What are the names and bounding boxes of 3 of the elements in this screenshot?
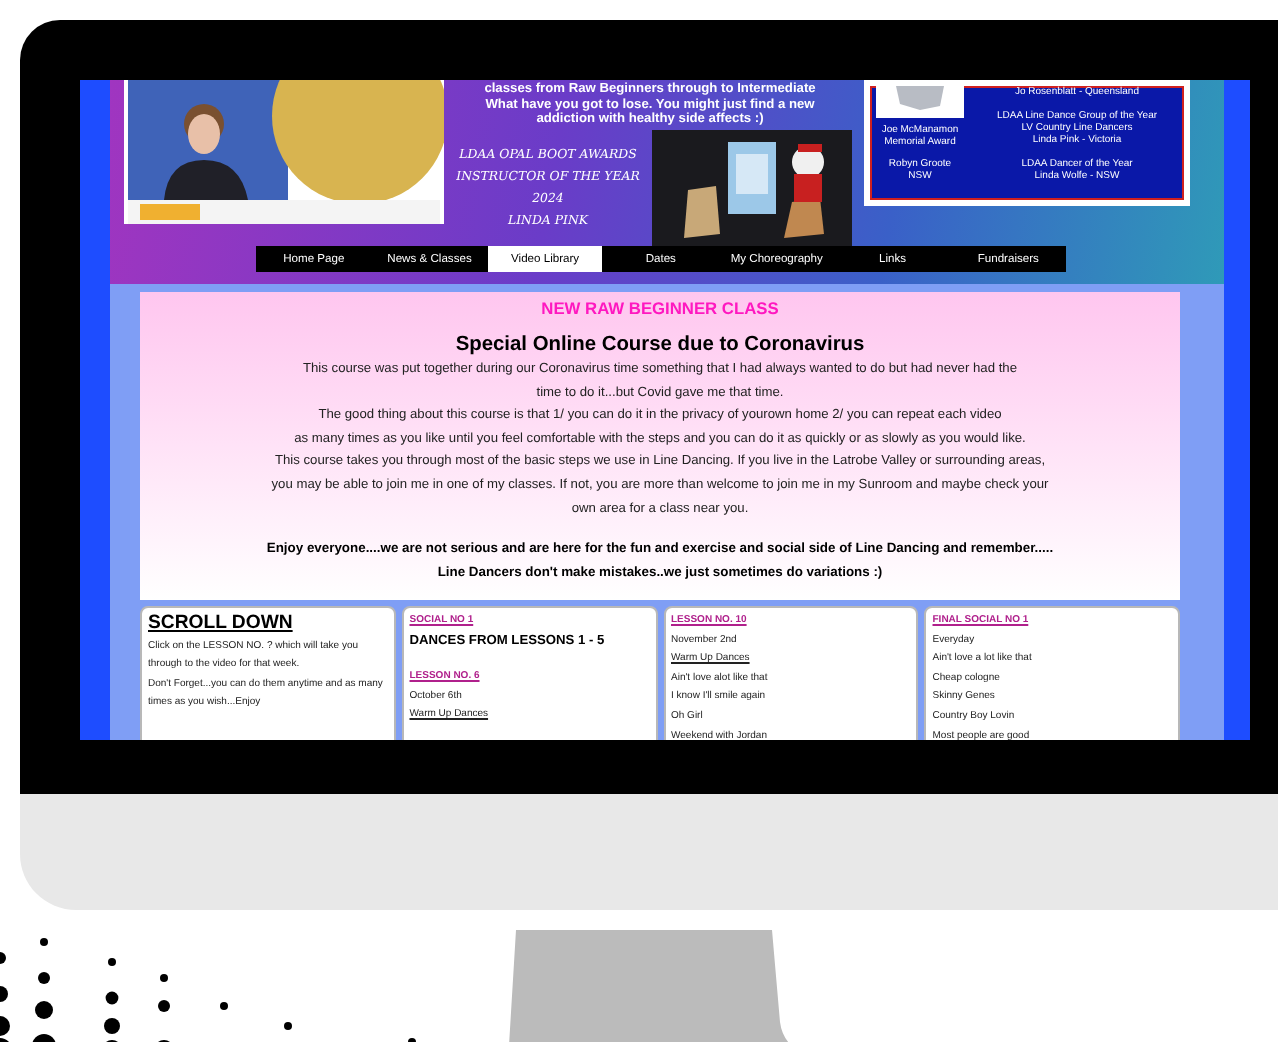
card-heading: SCROLL DOWN [148,612,293,634]
notice-heading: Special Online Course due to Coronavirus [455,334,865,358]
notice-title: NEW RAW BEGINNER CLASS [541,298,779,318]
